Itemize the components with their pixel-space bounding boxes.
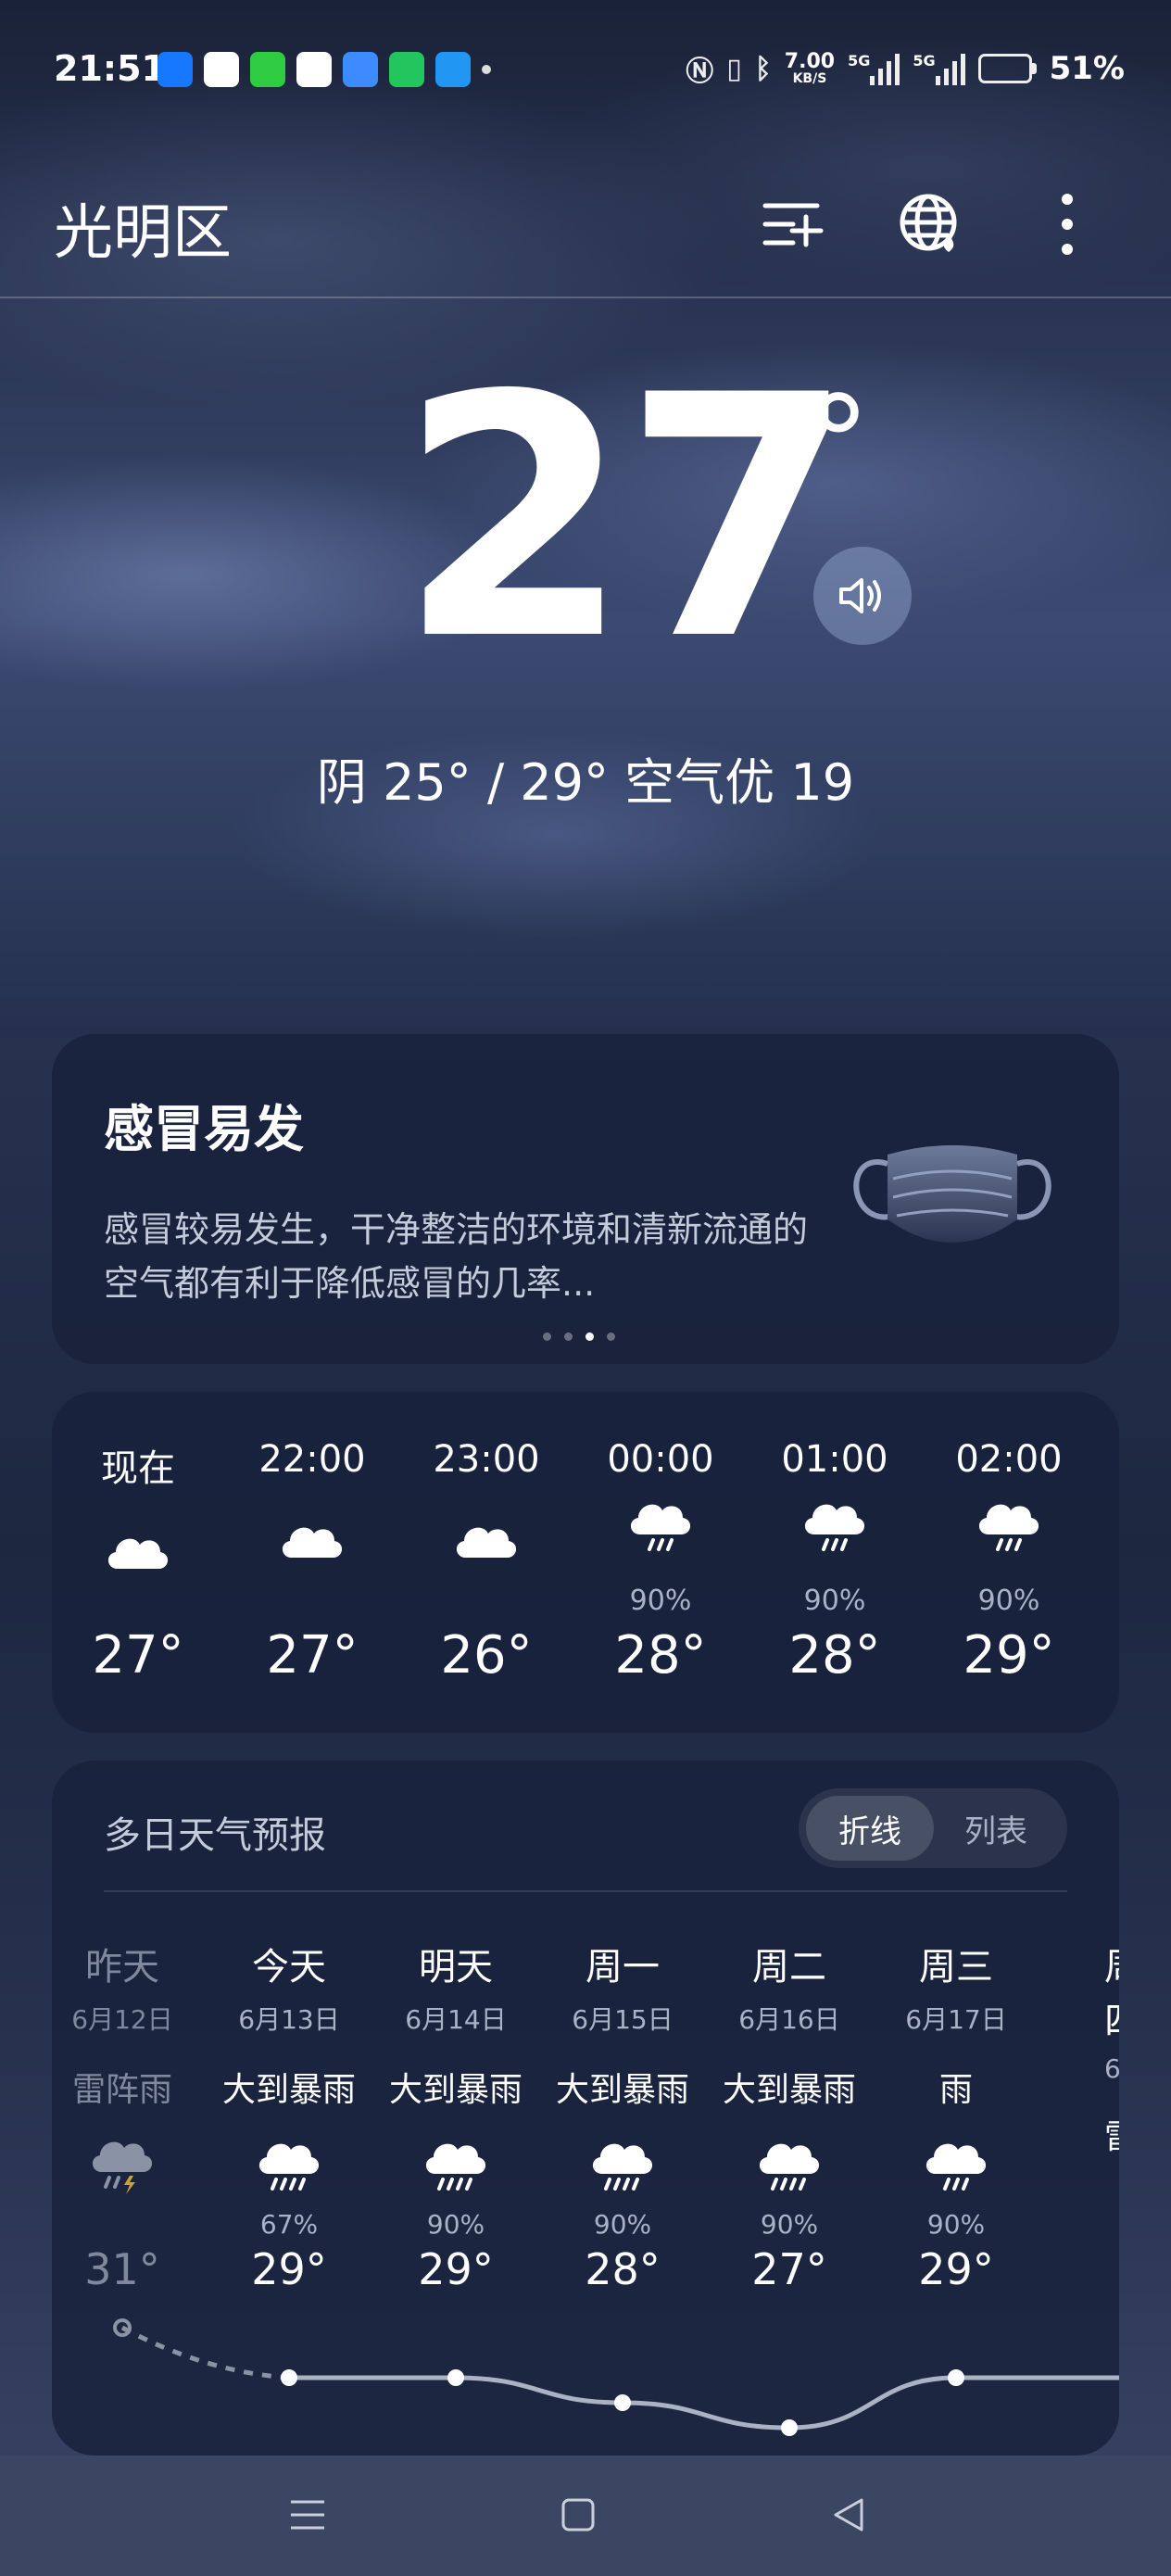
menu-icon [291, 2500, 324, 2530]
carousel-dot [543, 1332, 551, 1341]
health-tip-card[interactable]: 感冒易发 感冒较易发生，干净整洁的环境和清新流通的空气都有利于降低感冒的几率..… [52, 1034, 1119, 1364]
nav-home-button[interactable] [550, 2487, 606, 2543]
hour-icon [930, 1492, 1088, 1551]
hourly-item: 22:00 27° [233, 1438, 391, 1686]
navigation-bar [0, 2456, 1171, 2576]
trend-point [281, 2369, 297, 2386]
nav-back-button[interactable] [821, 2487, 876, 2543]
telegram-icon [435, 52, 471, 87]
hour-icon [233, 1492, 391, 1585]
cloud-icon [282, 1527, 343, 1558]
degree-symbol: ° [806, 369, 871, 520]
top-bar: 光明区 [0, 167, 1171, 298]
hour-icon [582, 1492, 739, 1551]
current-temperature: 27 [398, 324, 855, 713]
back-triangle-icon [834, 2498, 863, 2532]
rain-icon [804, 1504, 865, 1551]
hourly-forecast-card: 现在 27° 22:00 27° 23:00 26° 00:00 90% 28° 01:00 90%… [52, 1392, 1119, 1733]
hour-icon [59, 1503, 217, 1596]
bluetooth-icon: ᛒ [754, 52, 772, 85]
hour-time: 02:00 [955, 1438, 1063, 1481]
trend-point [948, 2369, 964, 2386]
signal-2-label: 5G [913, 52, 936, 69]
hour-temp: 26° [440, 1625, 533, 1686]
globe-icon [900, 194, 957, 252]
more-notifications-icon [482, 65, 491, 74]
condition-summary: 阴 25° / 29° 空气优 19 [316, 753, 855, 812]
battery-icon [977, 54, 1037, 83]
hourly-item: 01:00 90% 28° [756, 1438, 913, 1686]
hour-time: 23:00 [433, 1438, 540, 1481]
global-weather-button[interactable] [893, 187, 967, 261]
signal-2: 5G [913, 52, 965, 85]
signal-1: 5G [848, 52, 900, 85]
signal-1-label: 5G [848, 52, 871, 69]
rain-icon [630, 1504, 691, 1551]
browser-icon [343, 52, 378, 87]
cloud-icon [456, 1527, 517, 1558]
battery-percent: 51% [1049, 50, 1125, 87]
hourly-item: 23:00 26° [408, 1438, 565, 1686]
tip-title: 感冒易发 [104, 1100, 304, 1158]
network-speed: 7.00 KB/S [784, 50, 836, 86]
status-bar: 21:51 Ⓝ ▯ ᛒ 7.00 KB/S 5G 5G 51% [0, 0, 1171, 139]
add-city-icon [762, 203, 824, 247]
hour-temp: 27° [266, 1625, 359, 1686]
hour-temp: 29° [963, 1625, 1055, 1686]
notification-icons [157, 52, 471, 87]
trend-point [447, 2369, 464, 2386]
hour-time: 22:00 [258, 1438, 366, 1481]
hour-icon [756, 1492, 913, 1551]
hour-temp: 27° [92, 1625, 184, 1686]
signal-bars-icon [870, 52, 900, 85]
hour-time: 00:00 [607, 1438, 714, 1481]
message-icon [250, 52, 285, 87]
nfc-icon: Ⓝ [686, 56, 714, 88]
hour-time: 现在 [101, 1447, 175, 1490]
trend-point [614, 2394, 631, 2411]
home-square-icon [561, 2498, 595, 2532]
nav-menu-button[interactable] [280, 2487, 335, 2543]
daily-forecast-card: 多日天气预报 折线 列表 昨天 6月12日 雷阵雨 31° 今天 6月13日 大到暴雨 67%… [52, 1761, 1119, 2456]
carousel-dot [607, 1332, 615, 1341]
hour-time: 01:00 [781, 1438, 888, 1481]
tip-text: 感冒较易发生，干净整洁的环境和清新流通的空气都有利于降低感冒的几率... [104, 1209, 809, 1304]
manage-cities-button[interactable] [756, 187, 830, 261]
status-right: Ⓝ ▯ ᛒ 7.00 KB/S 5G 5G 51% [686, 48, 1125, 89]
more-vertical-icon [1062, 194, 1073, 255]
hour-precip: 90% [803, 1585, 866, 1617]
hour-temp: 28° [614, 1625, 707, 1686]
mobile-app-icon [296, 52, 332, 87]
hourly-item: 02:00 90% 29° [930, 1438, 1088, 1686]
rain-icon [978, 1504, 1039, 1551]
vibrate-icon: ▯ [726, 52, 742, 85]
hourly-item: 00:00 90% 28° [582, 1438, 739, 1686]
voice-broadcast-button[interactable] [813, 547, 912, 645]
mail-icon [204, 52, 239, 87]
hour-icon [408, 1492, 565, 1585]
wallet-icon [389, 52, 424, 87]
past-trend-line [120, 2325, 290, 2380]
trend-point [781, 2419, 798, 2436]
carousel-dot [564, 1332, 573, 1341]
status-time: 21:51 [54, 48, 166, 89]
cloud-icon [107, 1538, 169, 1569]
speaker-icon [839, 578, 881, 613]
hour-precip: 90% [629, 1585, 692, 1617]
hourly-item: 现在 27° [59, 1438, 217, 1686]
hour-precip: 90% [977, 1585, 1040, 1617]
more-options-button[interactable] [1030, 187, 1104, 261]
signal-bars-icon [935, 52, 965, 85]
temperature-trend-chart [113, 2318, 1119, 2436]
hour-temp: 28° [788, 1625, 881, 1686]
network-speed-value: 7.00 [784, 50, 836, 73]
alipay-icon [157, 52, 193, 87]
carousel-dot-active [586, 1332, 594, 1341]
city-title[interactable]: 光明区 [54, 185, 232, 271]
carousel-indicator [543, 1332, 615, 1341]
network-speed-unit: KB/S [792, 71, 827, 86]
face-mask-icon [853, 1145, 1051, 1243]
forecast-trend-line [288, 2375, 1119, 2431]
